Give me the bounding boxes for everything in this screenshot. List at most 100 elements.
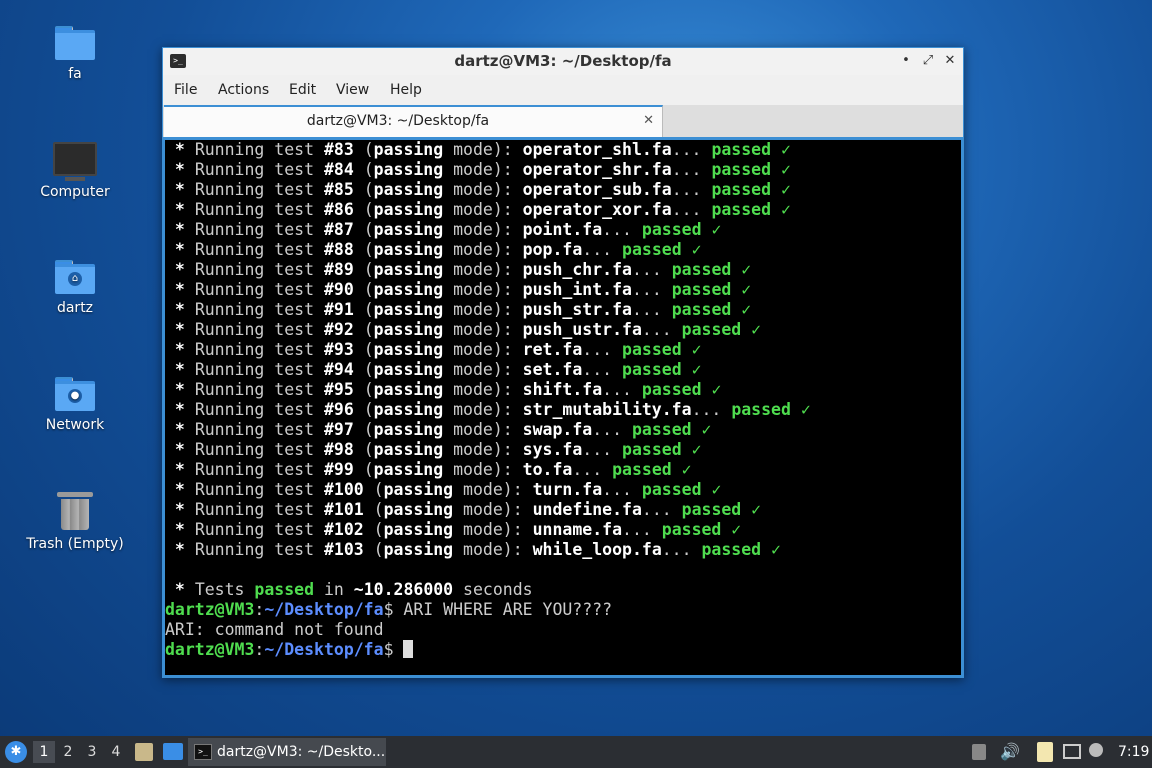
- test-status: passed ✓: [622, 340, 702, 359]
- file-manager-icon[interactable]: [135, 743, 153, 761]
- test-file: push_str.fa: [522, 300, 632, 319]
- test-number: #98: [323, 440, 354, 459]
- window-titlebar[interactable]: >_ dartz@VM3: ~/Desktop/fa • ⤢ ✕: [163, 48, 963, 75]
- test-number: #89: [323, 260, 354, 279]
- terminal-icon: >_: [194, 744, 212, 760]
- test-number: #101: [323, 500, 364, 519]
- test-result-line: * Running test #99 (passing mode): to.fa…: [165, 460, 692, 479]
- test-result-line: * Running test #97 (passing mode): swap.…: [165, 420, 712, 439]
- volume-icon[interactable]: 🔊: [1000, 736, 1020, 768]
- maximize-button[interactable]: ⤢: [919, 52, 937, 70]
- test-result-line: * Running test #83 (passing mode): opera…: [165, 140, 791, 159]
- tab-close-icon[interactable]: ✕: [643, 113, 654, 128]
- terminal-tab[interactable]: dartz@VM3: ~/Desktop/fa ✕: [164, 105, 663, 137]
- test-status: passed ✓: [671, 300, 752, 319]
- test-file: while_loop.fa: [532, 540, 662, 559]
- elapsed-time: ~10.286000: [353, 580, 454, 599]
- prompt-line: dartz@VM3:~/Desktop/fa$ ARI WHERE ARE YO…: [165, 600, 613, 619]
- terminal-output[interactable]: * Running test #83 (passing mode): opera…: [165, 140, 961, 675]
- menu-help[interactable]: Help: [390, 75, 422, 105]
- test-status: passed ✓: [681, 320, 762, 339]
- test-file: str_mutability.fa: [522, 400, 692, 419]
- test-number: #91: [323, 300, 354, 319]
- test-result-line: * Running test #89 (passing mode): push_…: [165, 260, 752, 279]
- desktop-icon-network[interactable]: ● Network: [15, 377, 135, 433]
- test-status: passed ✓: [701, 540, 781, 559]
- test-status: passed ✓: [711, 140, 791, 159]
- clock[interactable]: 7:19: [1118, 736, 1149, 768]
- test-number: #95: [323, 380, 354, 399]
- terminal-lines: * Running test #83 (passing mode): opera…: [165, 140, 811, 660]
- menu-edit[interactable]: Edit: [289, 75, 316, 105]
- tab-bar: dartz@VM3: ~/Desktop/fa ✕: [163, 105, 963, 137]
- tab-label: dartz@VM3: ~/Desktop/fa: [306, 113, 490, 129]
- test-result-line: * Running test #91 (passing mode): push_…: [165, 300, 752, 319]
- test-file: sys.fa: [522, 440, 583, 459]
- test-file: push_int.fa: [522, 280, 632, 299]
- test-result-line: * Running test #103 (passing mode): whil…: [165, 540, 781, 559]
- taskbar: ✱ 1 2 3 4 >_ dartz@VM3: ~/Deskto... 🔊 7:…: [0, 736, 1152, 768]
- menu-file[interactable]: File: [174, 75, 197, 105]
- workspace-1[interactable]: 1: [33, 741, 55, 763]
- summary-line: * Tests passed in ~10.286000 seconds: [165, 580, 533, 599]
- close-button[interactable]: ✕: [941, 52, 959, 70]
- workspace-2[interactable]: 2: [57, 741, 79, 763]
- test-number: #99: [323, 460, 354, 479]
- notification-icon[interactable]: [1089, 743, 1103, 757]
- start-menu-icon[interactable]: ✱: [5, 741, 27, 763]
- test-result-line: * Running test #87 (passing mode): point…: [165, 220, 722, 239]
- desktop-icon-label: dartz: [56, 300, 94, 316]
- test-status: passed ✓: [711, 160, 791, 179]
- desktop-icon-label: Network: [45, 417, 105, 433]
- menu-bar: File Actions Edit View Help: [163, 75, 963, 105]
- test-status: passed ✓: [711, 200, 791, 219]
- test-file: turn.fa: [532, 480, 603, 499]
- test-result-line: * Running test #95 (passing mode): shift…: [165, 380, 722, 399]
- computer-icon: [53, 142, 97, 181]
- taskbar-terminal-button[interactable]: >_ dartz@VM3: ~/Deskto...: [188, 738, 386, 766]
- test-status: passed ✓: [661, 520, 742, 539]
- minimize-button[interactable]: •: [897, 52, 915, 70]
- update-icon[interactable]: [972, 744, 986, 760]
- desktop-icon-label: Computer: [40, 184, 110, 200]
- test-file: to.fa: [522, 460, 573, 479]
- test-number: #103: [323, 540, 364, 559]
- test-result-line: * Running test #85 (passing mode): opera…: [165, 180, 791, 199]
- test-file: shift.fa: [522, 380, 603, 399]
- test-status: passed ✓: [622, 360, 702, 379]
- desktop-icon-home[interactable]: ⌂ dartz: [15, 260, 135, 316]
- home-folder-icon: ⌂: [55, 260, 95, 294]
- show-desktop-icon[interactable]: [163, 743, 183, 760]
- test-result-line: * Running test #98 (passing mode): sys.f…: [165, 440, 702, 459]
- test-file: push_chr.fa: [522, 260, 632, 279]
- test-number: #97: [323, 420, 354, 439]
- test-result-line: * Running test #92 (passing mode): push_…: [165, 320, 762, 339]
- desktop-icon-computer[interactable]: Computer: [15, 142, 135, 200]
- command-text: $ ARI WHERE ARE YOU????: [383, 600, 613, 619]
- trash-icon: [57, 492, 93, 530]
- menu-actions[interactable]: Actions: [218, 75, 269, 105]
- desktop-icon-fa[interactable]: fa: [15, 26, 135, 82]
- test-status: passed ✓: [622, 240, 702, 259]
- test-number: #86: [323, 200, 354, 219]
- workspace-3[interactable]: 3: [81, 741, 103, 763]
- menu-view[interactable]: View: [336, 75, 369, 105]
- test-file: undefine.fa: [532, 500, 642, 519]
- test-result-line: * Running test #93 (passing mode): ret.f…: [165, 340, 702, 359]
- workspace-4[interactable]: 4: [105, 741, 127, 763]
- test-result-line: * Running test #101 (passing mode): unde…: [165, 500, 762, 519]
- text-cursor: [403, 640, 414, 658]
- clipboard-icon[interactable]: [1037, 742, 1053, 762]
- test-file: set.fa: [522, 360, 583, 379]
- test-file: swap.fa: [522, 420, 593, 439]
- test-status: passed ✓: [711, 180, 791, 199]
- test-result-line: * Running test #84 (passing mode): opera…: [165, 160, 791, 179]
- desktop-icon-trash[interactable]: Trash (Empty): [15, 492, 135, 552]
- test-number: #92: [323, 320, 354, 339]
- test-status: passed ✓: [731, 400, 811, 419]
- test-file: operator_sub.fa: [522, 180, 672, 199]
- test-number: #87: [323, 220, 354, 239]
- test-file: push_ustr.fa: [522, 320, 642, 339]
- network-icon[interactable]: [1063, 744, 1081, 759]
